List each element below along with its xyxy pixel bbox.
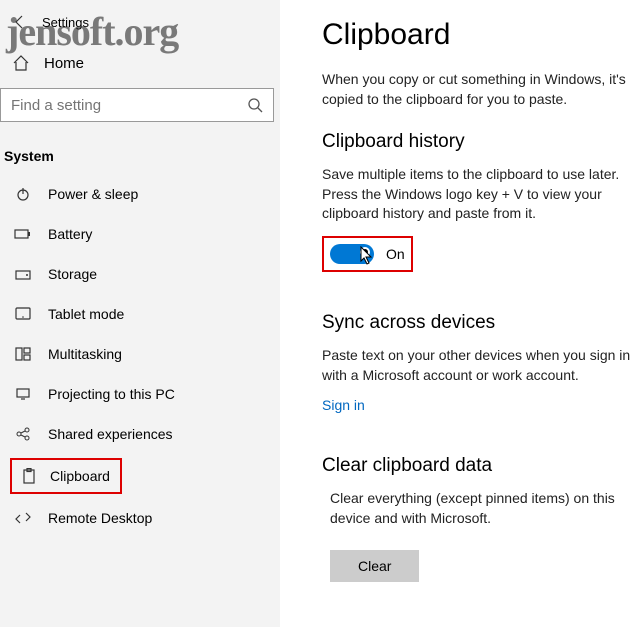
sidebar-item-label: Tablet mode bbox=[48, 306, 124, 322]
section-sync: Sync across devices bbox=[322, 312, 644, 334]
toggle-state-label: On bbox=[386, 246, 405, 262]
sidebar-item-label: Clipboard bbox=[50, 468, 110, 484]
settings-label: Settings bbox=[42, 15, 89, 30]
search-input[interactable] bbox=[11, 97, 247, 114]
clipboard-icon bbox=[22, 468, 36, 484]
sidebar-item-battery[interactable]: Battery bbox=[0, 214, 280, 254]
shared-icon bbox=[14, 426, 32, 442]
sign-in-link[interactable]: Sign in bbox=[322, 397, 365, 413]
home-icon bbox=[12, 54, 30, 72]
remote-desktop-icon bbox=[14, 511, 32, 525]
home-row[interactable]: Home bbox=[0, 46, 280, 78]
page-intro: When you copy or cut something in Window… bbox=[322, 70, 644, 109]
toggle-knob bbox=[360, 247, 370, 257]
sidebar-item-projecting[interactable]: Projecting to this PC bbox=[0, 374, 280, 414]
sidebar-item-shared-experiences[interactable]: Shared experiences bbox=[0, 414, 280, 454]
history-desc: Save multiple items to the clipboard to … bbox=[322, 165, 644, 224]
clear-desc: Clear everything (except pinned items) o… bbox=[330, 489, 644, 528]
sidebar-item-label: Remote Desktop bbox=[48, 510, 152, 526]
projecting-icon bbox=[14, 387, 32, 401]
multitasking-icon bbox=[14, 347, 32, 361]
category-heading: System bbox=[0, 140, 280, 174]
sidebar: Settings Home System Power & sleep Batte… bbox=[0, 0, 280, 627]
sidebar-item-label: Projecting to this PC bbox=[48, 386, 175, 402]
sidebar-item-label: Power & sleep bbox=[48, 186, 138, 202]
storage-icon bbox=[14, 267, 32, 281]
sidebar-item-power-sleep[interactable]: Power & sleep bbox=[0, 174, 280, 214]
page-title: Clipboard bbox=[322, 18, 644, 52]
search-icon[interactable] bbox=[247, 97, 263, 113]
power-icon bbox=[14, 186, 32, 202]
section-clear: Clear clipboard data bbox=[322, 455, 644, 477]
sync-desc: Paste text on your other devices when yo… bbox=[322, 346, 644, 385]
clear-button[interactable]: Clear bbox=[330, 550, 419, 582]
battery-icon bbox=[14, 228, 32, 240]
main-content: Clipboard When you copy or cut something… bbox=[280, 0, 644, 627]
sidebar-item-remote-desktop[interactable]: Remote Desktop bbox=[0, 498, 280, 538]
sidebar-item-tablet-mode[interactable]: Tablet mode bbox=[0, 294, 280, 334]
sidebar-item-label: Battery bbox=[48, 226, 92, 242]
home-label: Home bbox=[44, 55, 84, 72]
sidebar-item-clipboard[interactable]: Clipboard bbox=[10, 458, 122, 494]
search-box[interactable] bbox=[0, 88, 274, 122]
history-toggle[interactable] bbox=[330, 244, 374, 264]
sidebar-item-label: Storage bbox=[48, 266, 97, 282]
sidebar-item-multitasking[interactable]: Multitasking bbox=[0, 334, 280, 374]
sidebar-item-storage[interactable]: Storage bbox=[0, 254, 280, 294]
sidebar-item-label: Shared experiences bbox=[48, 426, 173, 442]
sidebar-item-label: Multitasking bbox=[48, 346, 122, 362]
history-toggle-wrap: On bbox=[322, 236, 413, 272]
back-icon[interactable] bbox=[12, 14, 28, 30]
section-clipboard-history: Clipboard history bbox=[322, 131, 644, 153]
tablet-icon bbox=[14, 307, 32, 321]
settings-header[interactable]: Settings bbox=[0, 8, 280, 36]
